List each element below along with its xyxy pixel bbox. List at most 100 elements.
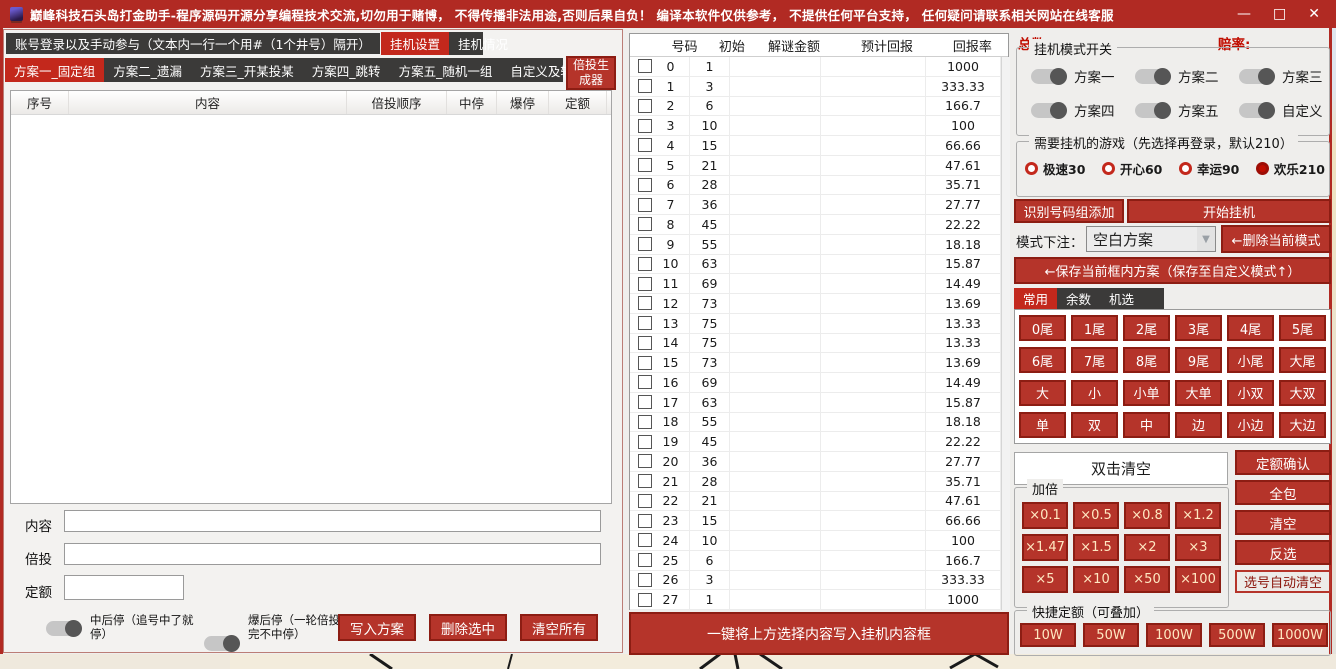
row-checkbox[interactable] [638,198,652,212]
pick-button-中[interactable]: 中 [1123,412,1170,438]
mode-toggle-5[interactable] [1239,103,1275,118]
row-checkbox[interactable] [638,474,652,488]
row-checkbox[interactable] [638,533,652,547]
row-checkbox[interactable] [638,514,652,528]
game-radio-2[interactable] [1179,162,1192,175]
side-button-2[interactable]: 清空 [1235,510,1331,535]
multiplier-button-×100[interactable]: ×100 [1175,566,1221,593]
pick-button-边[interactable]: 边 [1175,412,1222,438]
pick-button-大单[interactable]: 大单 [1175,380,1222,406]
chevron-down-icon[interactable]: ▼ [1197,227,1215,251]
pick-button-小[interactable]: 小 [1071,380,1118,406]
row-checkbox[interactable] [638,415,652,429]
quick-quota-button-500W[interactable]: 500W [1209,623,1265,647]
row-checkbox[interactable] [638,277,652,291]
side-button-3[interactable]: 反选 [1235,540,1331,565]
pick-button-7尾[interactable]: 7尾 [1071,347,1118,373]
top-tab-2[interactable]: 挂机情况 [449,32,517,55]
stop-after-win-toggle[interactable] [46,621,82,636]
multiplier-button-×1.5[interactable]: ×1.5 [1073,534,1119,561]
quick-quota-button-1000W[interactable]: 1000W [1272,623,1328,647]
multiplier-button-×5[interactable]: ×5 [1022,566,1068,593]
multiplier-button-×0.5[interactable]: ×0.5 [1073,502,1119,529]
pick-button-大边[interactable]: 大边 [1279,412,1326,438]
row-checkbox[interactable] [638,454,652,468]
multiplier-button-×50[interactable]: ×50 [1124,566,1170,593]
row-checkbox[interactable] [638,395,652,409]
plan-tab-4[interactable]: 方案五_随机一组 [390,58,502,82]
row-checkbox[interactable] [638,593,652,607]
row-checkbox[interactable] [638,99,652,113]
mode-bet-dropdown[interactable]: 空白方案 ▼ [1086,226,1216,252]
multiplier-button-×0.1[interactable]: ×0.1 [1022,502,1068,529]
row-checkbox[interactable] [638,257,652,271]
row-checkbox[interactable] [638,138,652,152]
multiplier-button-×1.47[interactable]: ×1.47 [1022,534,1068,561]
row-checkbox[interactable] [638,59,652,73]
pick-button-0尾[interactable]: 0尾 [1019,315,1066,341]
pick-button-大尾[interactable]: 大尾 [1279,347,1326,373]
pick-button-4尾[interactable]: 4尾 [1227,315,1274,341]
pick-button-9尾[interactable]: 9尾 [1175,347,1222,373]
row-checkbox[interactable] [638,435,652,449]
betgen-button[interactable]: 倍投生成器 [566,56,616,90]
start-hangup-button[interactable]: 开始挂机 [1127,199,1331,223]
pick-button-小双[interactable]: 小双 [1227,380,1274,406]
pick-tab-1[interactable]: 余数 [1057,288,1100,309]
row-checkbox[interactable] [638,316,652,330]
row-checkbox[interactable] [638,553,652,567]
quick-quota-button-100W[interactable]: 100W [1146,623,1202,647]
pick-button-单[interactable]: 单 [1019,412,1066,438]
pick-button-双[interactable]: 双 [1071,412,1118,438]
row-checkbox[interactable] [638,494,652,508]
top-tab-1[interactable]: 挂机设置 [381,32,449,55]
plan-tab-1[interactable]: 方案二_遗漏 [104,58,191,82]
multiplier-button-×10[interactable]: ×10 [1073,566,1119,593]
game-radio-1[interactable] [1102,162,1115,175]
plan-tab-0[interactable]: 方案一_固定组 [5,58,104,82]
quick-quota-button-10W[interactable]: 10W [1020,623,1076,647]
mode-toggle-2[interactable] [1239,69,1275,84]
minimize-button[interactable]: — [1237,7,1251,21]
pick-button-3尾[interactable]: 3尾 [1175,315,1222,341]
delete-mode-button[interactable]: ←删除当前模式 [1221,225,1331,253]
row-checkbox[interactable] [638,217,652,231]
side-button-1[interactable]: 全包 [1235,480,1331,505]
close-button[interactable]: ✕ [1308,7,1320,21]
pick-button-小边[interactable]: 小边 [1227,412,1274,438]
row-checkbox[interactable] [638,79,652,93]
row-checkbox[interactable] [638,296,652,310]
plan-table[interactable]: 序号内容倍投顺序中停爆停定额 [10,90,612,504]
recognize-numbers-button[interactable]: 识别号码组添加 [1014,199,1124,223]
pick-button-大[interactable]: 大 [1019,380,1066,406]
plan-action-button-0[interactable]: 写入方案 [338,614,416,641]
save-plan-button[interactable]: ←保存当前框内方案（保存至自定义模式↑） [1014,257,1331,284]
row-checkbox[interactable] [638,336,652,350]
pick-button-1尾[interactable]: 1尾 [1071,315,1118,341]
plan-tab-2[interactable]: 方案三_开某投某 [191,58,303,82]
side-button-4[interactable]: 选号自动清空 [1235,570,1331,593]
row-checkbox[interactable] [638,119,652,133]
row-checkbox[interactable] [638,356,652,370]
top-tab-0[interactable]: 账号登录以及手动参与（文本内一行一个用#（1个井号）隔开） [5,32,381,55]
pick-button-6尾[interactable]: 6尾 [1019,347,1066,373]
maximize-button[interactable]: □ [1273,7,1286,21]
write-selection-button[interactable]: 一键将上方选择内容写入挂机内容框 [629,612,1009,655]
multiplier-button-×2[interactable]: ×2 [1124,534,1170,561]
plan-action-button-2[interactable]: 清空所有 [520,614,598,641]
pick-button-小单[interactable]: 小单 [1123,380,1170,406]
pick-button-5尾[interactable]: 5尾 [1279,315,1326,341]
row-checkbox[interactable] [638,178,652,192]
pick-button-2尾[interactable]: 2尾 [1123,315,1170,341]
stop-after-bust-toggle[interactable] [204,636,240,651]
side-button-0[interactable]: 定额确认 [1235,450,1331,475]
multiplier-button-×1.2[interactable]: ×1.2 [1175,502,1221,529]
row-checkbox[interactable] [638,237,652,251]
pick-button-小尾[interactable]: 小尾 [1227,347,1274,373]
pick-tab-2[interactable]: 机选 [1100,288,1143,309]
pick-button-大双[interactable]: 大双 [1279,380,1326,406]
pick-button-8尾[interactable]: 8尾 [1123,347,1170,373]
quick-quota-button-50W[interactable]: 50W [1083,623,1139,647]
row-checkbox[interactable] [638,573,652,587]
mode-toggle-3[interactable] [1031,103,1067,118]
